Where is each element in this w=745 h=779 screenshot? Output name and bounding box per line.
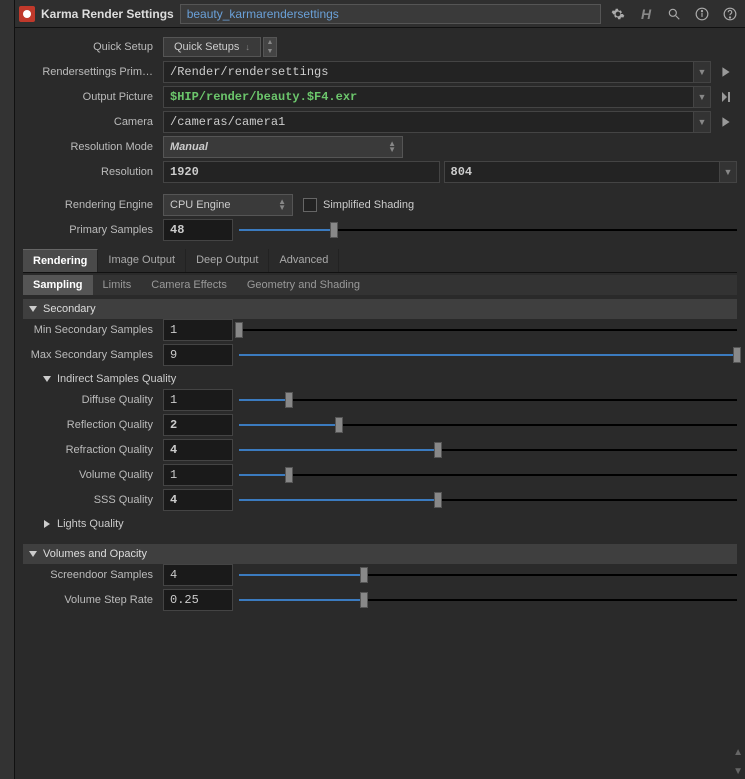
max-secondary-samples-label: Max Secondary Samples [23, 349, 163, 361]
volume-quality-input[interactable] [163, 464, 233, 486]
triangle-down-icon [29, 306, 37, 312]
help-icon[interactable] [719, 3, 741, 25]
sss-quality-input[interactable] [163, 489, 233, 511]
sss-quality-slider[interactable] [239, 489, 737, 511]
scroll-down-icon[interactable]: ▼ [733, 766, 743, 777]
tab-deep-output[interactable]: Deep Output [186, 249, 269, 272]
camera-dropdown-icon[interactable]: ▼ [693, 111, 711, 133]
section-volumes-opacity-toggle[interactable]: Volumes and Opacity [23, 544, 737, 564]
tab-advanced[interactable]: Advanced [269, 249, 339, 272]
resolution-mode-select[interactable]: Manual ▲▼ [163, 136, 403, 158]
quick-setup-spinner[interactable]: ▲▼ [263, 37, 277, 57]
primary-samples-slider[interactable] [239, 219, 737, 241]
triangle-down-icon [29, 551, 37, 557]
rendering-engine-select[interactable]: CPU Engine ▲▼ [163, 194, 293, 216]
sss-quality-label: SSS Quality [23, 494, 163, 506]
output-picture-dropdown-icon[interactable]: ▼ [693, 86, 711, 108]
rendersettings-primpath-label: Rendersettings Prim… [23, 66, 163, 78]
section-secondary-toggle[interactable]: Secondary [23, 299, 737, 319]
tab-rendering[interactable]: Rendering [23, 249, 98, 272]
scroll-up-icon[interactable]: ▲ [733, 747, 743, 758]
refraction-quality-label: Refraction Quality [23, 444, 163, 456]
camera-label: Camera [23, 116, 163, 128]
diffuse-quality-slider[interactable] [239, 389, 737, 411]
output-picture-label: Output Picture [23, 91, 163, 103]
output-picture-input[interactable] [163, 86, 694, 108]
refraction-quality-slider[interactable] [239, 439, 737, 461]
triangle-down-icon [43, 376, 51, 382]
reflection-quality-slider[interactable] [239, 414, 737, 436]
resolution-preset-dropdown-icon[interactable]: ▼ [719, 161, 737, 183]
resolution-label: Resolution [23, 166, 163, 178]
output-picture-browse-button[interactable] [715, 86, 737, 108]
max-secondary-samples-slider[interactable] [239, 344, 737, 366]
volume-step-rate-input[interactable] [163, 589, 233, 611]
camera-input[interactable] [163, 111, 694, 133]
diffuse-quality-input[interactable] [163, 389, 233, 411]
camera-jump-button[interactable] [715, 111, 737, 133]
subtab-sampling[interactable]: Sampling [23, 275, 93, 295]
min-secondary-samples-slider[interactable] [239, 319, 737, 341]
min-secondary-samples-input[interactable] [163, 319, 233, 341]
node-name-input[interactable] [180, 4, 601, 24]
tab-image-output[interactable]: Image Output [98, 249, 186, 272]
simplified-shading-checkbox[interactable] [303, 198, 317, 212]
subtab-limits[interactable]: Limits [93, 275, 142, 295]
volume-step-rate-slider[interactable] [239, 589, 737, 611]
chevron-down-icon: ↓ [245, 42, 250, 52]
primary-samples-label: Primary Samples [23, 224, 163, 236]
reflection-quality-label: Reflection Quality [23, 419, 163, 431]
simplified-shading-label: Simplified Shading [323, 199, 414, 211]
resolution-x-input[interactable] [163, 161, 440, 183]
rendersettings-primpath-input[interactable] [163, 61, 694, 83]
rendering-engine-label: Rendering Engine [23, 199, 163, 211]
volume-quality-label: Volume Quality [23, 469, 163, 481]
screendoor-samples-label: Screendoor Samples [23, 569, 163, 581]
quick-setup-label: Quick Setup [23, 41, 163, 53]
section-lights-quality-toggle[interactable]: Lights Quality [23, 514, 737, 534]
resolution-mode-label: Resolution Mode [23, 141, 163, 153]
left-panel-edge [0, 0, 15, 779]
quick-setups-button[interactable]: Quick Setups ↓ [163, 37, 261, 57]
min-secondary-samples-label: Min Secondary Samples [23, 324, 163, 336]
reflection-quality-input[interactable] [163, 414, 233, 436]
triangle-right-icon [44, 520, 50, 528]
primary-samples-input[interactable] [163, 219, 233, 241]
screendoor-samples-slider[interactable] [239, 564, 737, 586]
primpath-dropdown-icon[interactable]: ▼ [693, 61, 711, 83]
search-icon[interactable] [663, 3, 685, 25]
info-icon[interactable] [691, 3, 713, 25]
panel-title: Karma Render Settings [41, 7, 174, 21]
volume-step-rate-label: Volume Step Rate [23, 594, 163, 606]
refraction-quality-input[interactable] [163, 439, 233, 461]
subtab-camera-effects[interactable]: Camera Effects [141, 275, 237, 295]
subtab-geometry-shading[interactable]: Geometry and Shading [237, 275, 370, 295]
primpath-jump-button[interactable] [715, 61, 737, 83]
resolution-y-input[interactable] [444, 161, 721, 183]
volume-quality-slider[interactable] [239, 464, 737, 486]
houdini-icon[interactable]: H [635, 3, 657, 25]
section-indirect-samples-quality-toggle[interactable]: Indirect Samples Quality [23, 369, 737, 389]
gear-icon[interactable] [607, 3, 629, 25]
max-secondary-samples-input[interactable] [163, 344, 233, 366]
diffuse-quality-label: Diffuse Quality [23, 394, 163, 406]
screendoor-samples-input[interactable] [163, 564, 233, 586]
karma-app-icon [19, 6, 35, 22]
